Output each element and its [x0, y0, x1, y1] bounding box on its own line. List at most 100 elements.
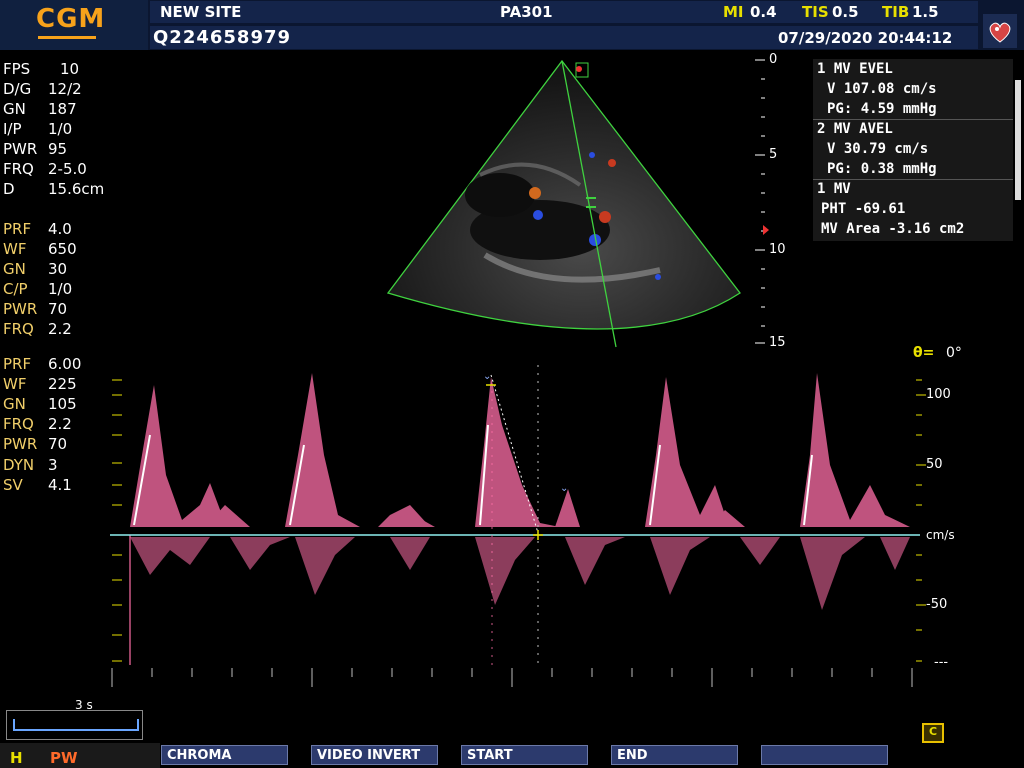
logo-underline [38, 36, 96, 39]
site-name: NEW SITE [160, 3, 242, 21]
measurement-value: MV Area -3.16 cm2 [821, 221, 965, 237]
velocity-scale-label: 100 [926, 387, 951, 402]
color-flow-spot [533, 210, 543, 220]
color-flow-spot [589, 152, 595, 158]
pw-doppler-spectrum[interactable]: ⌄ ⌄ [110, 365, 930, 690]
cardiac-chamber [465, 173, 535, 217]
angle-label: θ= [913, 345, 935, 361]
param-value: 3 [48, 456, 58, 474]
depth-tick-label: 15 [769, 335, 786, 350]
param-label: WF [3, 240, 27, 258]
param-value: 70 [48, 435, 68, 453]
date-time: 07/29/2020 20:44:12 [778, 29, 953, 47]
param-value: 225 [48, 375, 77, 393]
measurement-value: PG: 0.38 mmHg [827, 161, 937, 177]
velocity-unit-label: cm/s [926, 528, 955, 542]
probe-name: PA301 [500, 3, 553, 21]
tis-label: TIS [802, 3, 829, 21]
param-label: SV [3, 476, 23, 494]
velocity-scale-label: 50 [926, 457, 943, 472]
time-scale-bar: 3 s [6, 698, 143, 740]
param-label: D [3, 180, 15, 198]
caliper-marker[interactable]: ⌄ [483, 371, 491, 382]
param-label: I/P [3, 120, 22, 138]
measurement-title: 1 MV [817, 181, 851, 197]
measurement-value: V 107.08 cm/s [827, 81, 937, 97]
mode-indicator-strip [0, 743, 160, 768]
measurement-value: PHT -69.61 [821, 201, 906, 217]
depth-scale [755, 59, 769, 344]
spectrum-lower-envelope [130, 537, 910, 610]
mi-label: MI [723, 3, 744, 21]
time-scale-bracket [13, 719, 139, 731]
tib-label: TIB [882, 3, 910, 21]
panel-scrollbar[interactable] [1015, 80, 1021, 200]
param-label: WF [3, 375, 27, 393]
softkey-chroma[interactable]: CHROMA [161, 745, 288, 765]
softkey-start[interactable]: START [461, 745, 588, 765]
param-value: 650 [48, 240, 77, 258]
param-value: 10 [60, 60, 80, 78]
param-value: 2.2 [48, 415, 72, 433]
heart-preset-button[interactable] [983, 14, 1017, 48]
divider [813, 119, 1013, 120]
param-value: 6.00 [48, 355, 82, 373]
param-value: 95 [48, 140, 68, 158]
param-value: 15.6cm [48, 180, 105, 198]
cine-icon[interactable]: C [922, 723, 944, 743]
color-flow-spot [608, 159, 616, 167]
color-flow-spot [655, 274, 661, 280]
param-value: 2-5.0 [48, 160, 87, 178]
measurement-value: PG: 4.59 mmHg [827, 101, 937, 117]
left-scale-ticks [112, 379, 122, 662]
logo-area: CGM [0, 0, 148, 50]
velocity-scale-label: --- [934, 655, 949, 670]
param-value: 1/0 [48, 280, 73, 298]
patient-id: Q224658979 [153, 27, 292, 48]
param-value: 1/0 [48, 120, 73, 138]
param-value: 30 [48, 260, 68, 278]
param-value: 4.0 [48, 220, 72, 238]
param-label: PRF [3, 220, 32, 238]
angle-value: 0° [946, 345, 962, 361]
param-label: PRF [3, 355, 32, 373]
param-label: FPS [3, 60, 31, 78]
softkey-empty[interactable] [761, 745, 888, 765]
right-scale-ticks [916, 379, 926, 662]
time-axis-ticks [111, 668, 913, 687]
param-value: 70 [48, 300, 68, 318]
softkey-end[interactable]: END [611, 745, 738, 765]
sector-outline [386, 59, 741, 330]
depth-tick-label: 5 [769, 147, 778, 162]
color-flow-spot [599, 211, 611, 223]
param-value: 4.1 [48, 476, 72, 494]
logo: CGM [36, 4, 106, 34]
param-label: FRQ [3, 160, 34, 178]
param-label: DYN [3, 456, 35, 474]
header-bar: CGM NEW SITE PA301 MI 0.4 TIS 0.5 TIB 1.… [0, 0, 1024, 50]
mode-h-label: H [10, 749, 23, 767]
b-mode-sector-image[interactable] [380, 55, 760, 355]
measurement-value: V 30.79 cm/s [827, 141, 929, 157]
param-label: PWR [3, 140, 38, 158]
param-label: FRQ [3, 320, 34, 338]
focus-marker [576, 66, 582, 72]
param-label: GN [3, 100, 26, 118]
param-label: PWR [3, 300, 38, 318]
depth-tick-label: 10 [769, 242, 786, 257]
focus-depth-marker [763, 225, 769, 235]
param-label: D/G [3, 80, 32, 98]
param-label: FRQ [3, 415, 34, 433]
depth-tick-label: 0 [769, 52, 778, 67]
param-value: 12/2 [48, 80, 82, 98]
softkey-video-invert[interactable]: VIDEO INVERT [311, 745, 438, 765]
param-value: 105 [48, 395, 77, 413]
param-value: 187 [48, 100, 77, 118]
measurement-title: 1 MV EVEL [817, 61, 893, 77]
caliper-marker[interactable]: ⌄ [560, 483, 568, 494]
mi-value: 0.4 [750, 3, 777, 21]
measurement-title: 2 MV AVEL [817, 121, 893, 137]
spectrum-upper-envelope [130, 373, 910, 527]
param-label: C/P [3, 280, 28, 298]
color-flow-spot [529, 187, 541, 199]
